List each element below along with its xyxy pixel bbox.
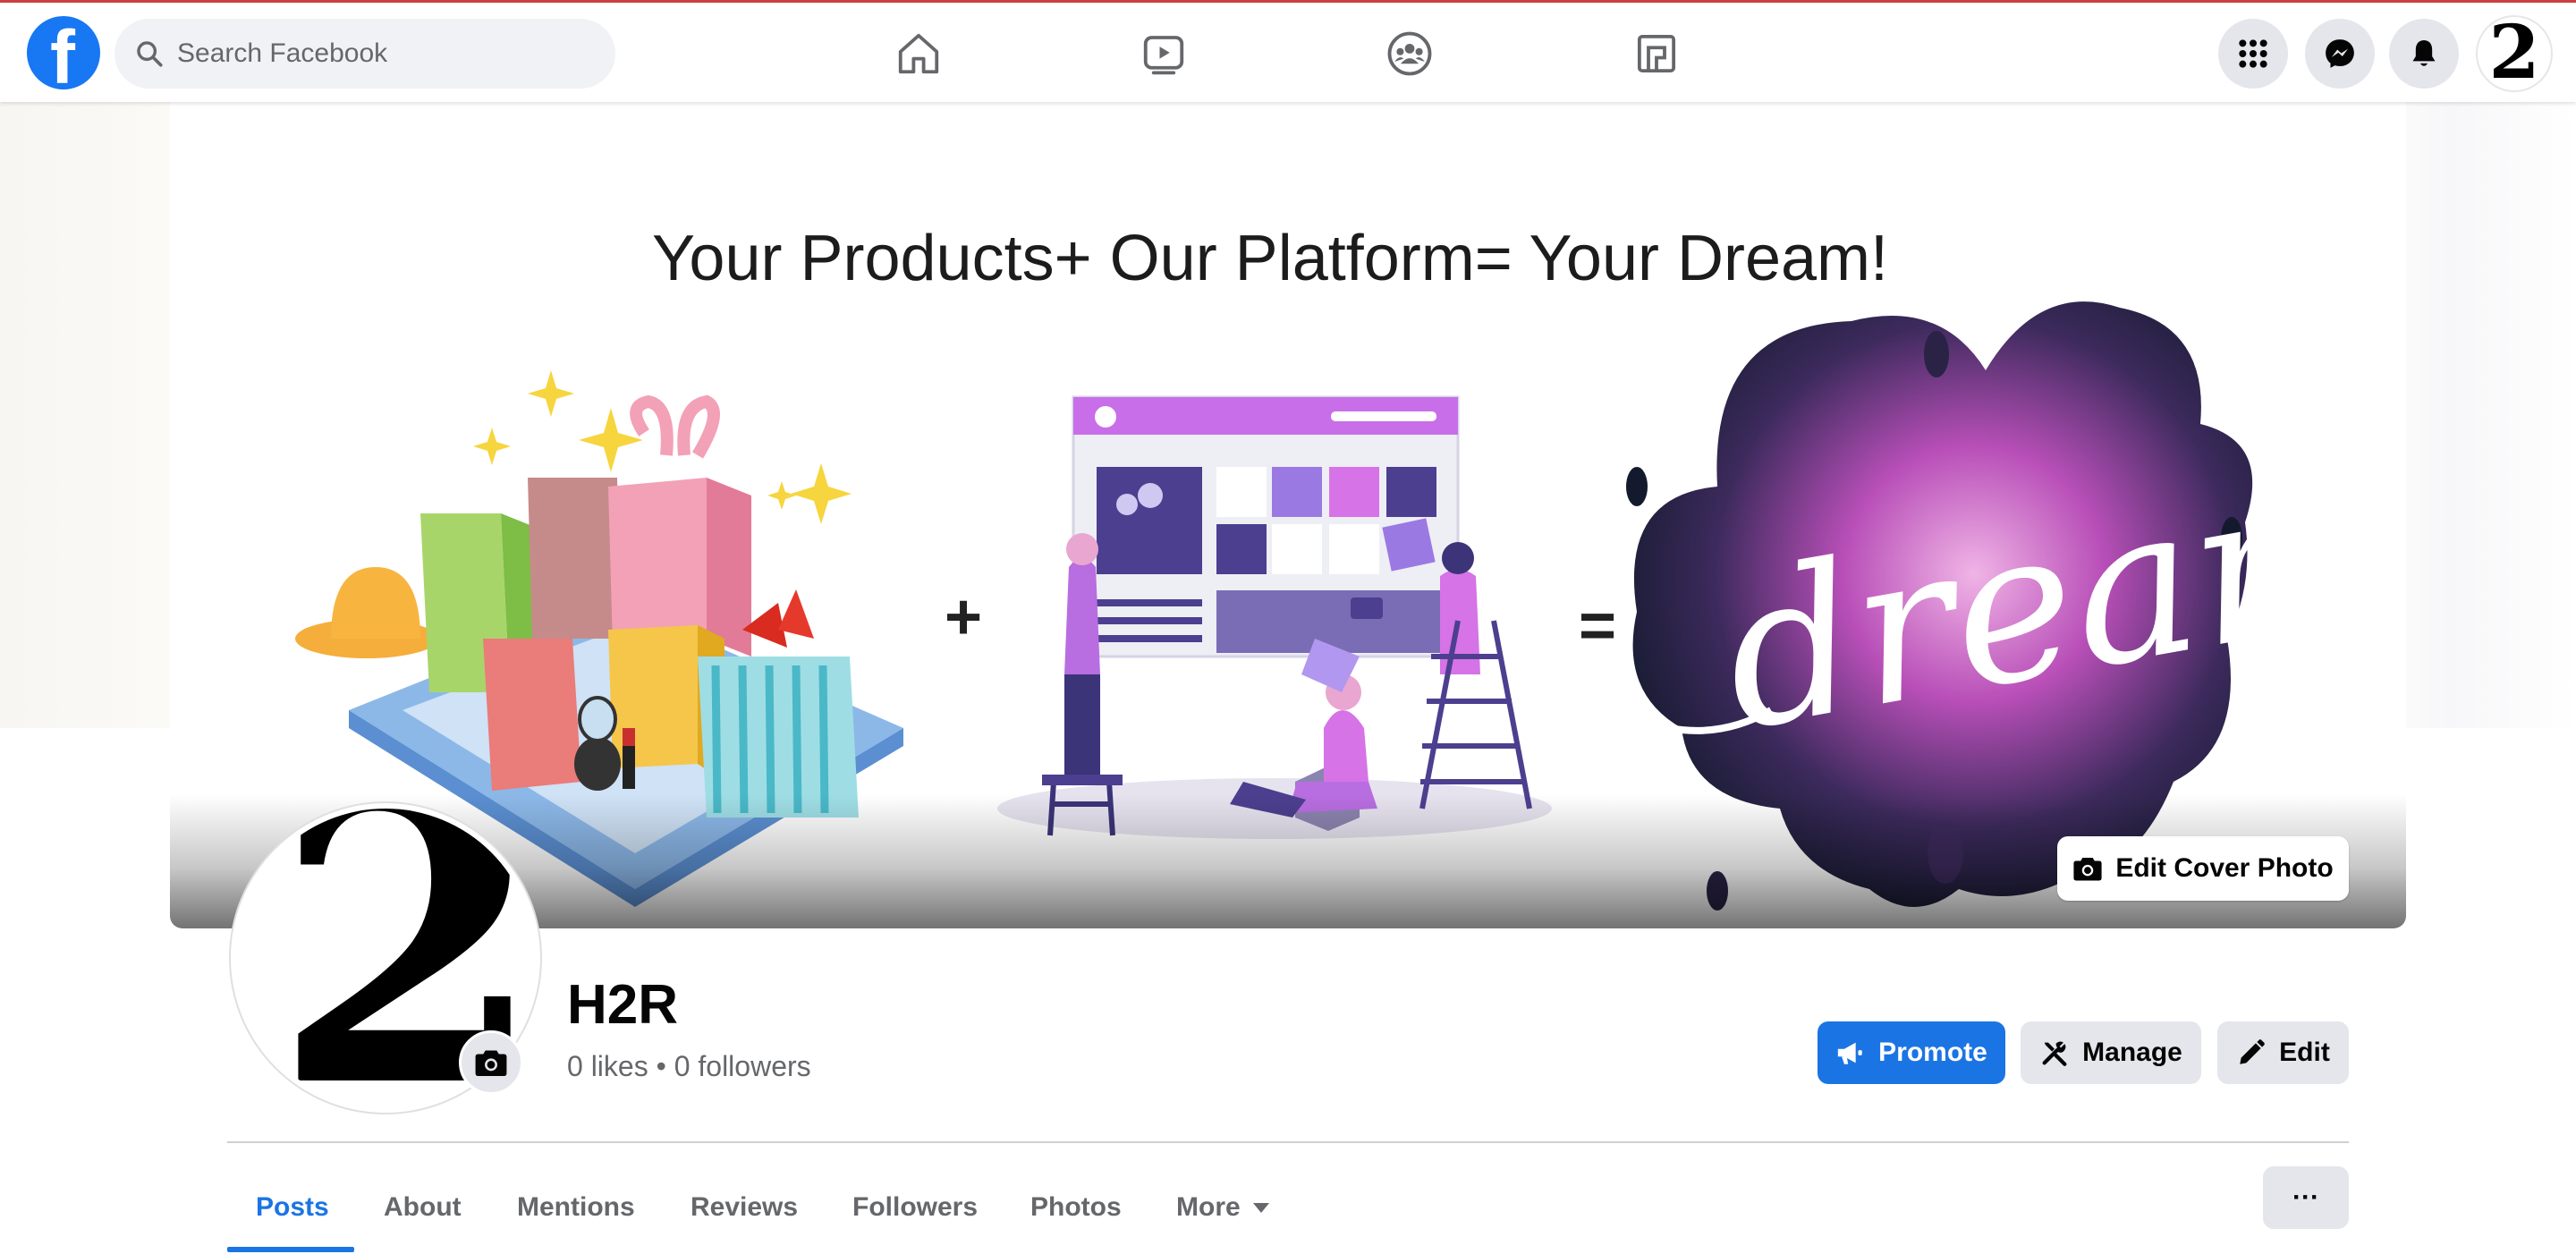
notifications-button[interactable] <box>2389 19 2459 89</box>
edit-button[interactable]: Edit <box>2217 1021 2349 1084</box>
cover-photo[interactable]: Your Products+ Our Platform= Your Dream! <box>170 102 2406 928</box>
more-options-button[interactable]: ··· <box>2263 1166 2349 1229</box>
edit-cover-photo-button[interactable]: Edit Cover Photo <box>2057 836 2349 901</box>
header-divider <box>227 1141 2349 1143</box>
home-tab[interactable] <box>887 22 950 85</box>
notifications-icon <box>2412 40 2436 66</box>
home-icon <box>898 33 939 74</box>
tab-about[interactable]: About <box>384 1161 462 1254</box>
page-stats[interactable]: 0 likes • 0 followers <box>567 1050 811 1083</box>
tab-followers[interactable]: Followers <box>852 1161 978 1254</box>
facebook-logo-letter: f <box>50 15 75 99</box>
promote-button[interactable]: Promote <box>1818 1021 2005 1084</box>
tab-posts[interactable]: Posts <box>256 1161 329 1254</box>
search-box[interactable] <box>114 19 615 89</box>
manage-button[interactable]: Manage <box>2021 1021 2201 1084</box>
manage-label: Manage <box>2082 1038 2182 1067</box>
tools-icon <box>2042 1041 2067 1066</box>
cover-plus-sign: + <box>945 581 982 653</box>
gaming-icon <box>1637 34 1676 73</box>
pencil-icon <box>2240 1039 2266 1064</box>
search-input[interactable] <box>177 33 589 74</box>
tab-mentions[interactable]: Mentions <box>517 1161 635 1254</box>
tab-more-label: More <box>1176 1192 1241 1222</box>
messenger-icon <box>2326 39 2354 68</box>
camera-icon <box>475 1050 507 1077</box>
watch-tab[interactable] <box>1132 22 1195 85</box>
tab-photos[interactable]: Photos <box>1030 1161 1122 1254</box>
gaming-tab[interactable] <box>1625 22 1688 85</box>
active-tab-indicator <box>227 1247 354 1252</box>
messenger-button[interactable] <box>2305 19 2375 89</box>
edit-cover-photo-label: Edit Cover Photo <box>2115 853 2334 883</box>
update-profile-picture-button[interactable] <box>459 1030 523 1095</box>
megaphone-icon <box>1837 1042 1862 1064</box>
menu-button[interactable] <box>2218 19 2288 89</box>
account-avatar[interactable]: 2 <box>2476 15 2553 92</box>
facebook-logo-icon[interactable]: f <box>27 16 100 95</box>
top-navigation-bar: f 2 <box>0 0 2576 102</box>
watch-icon <box>1143 36 1184 75</box>
caret-down-icon <box>1252 1202 1269 1213</box>
platform-illustration <box>997 395 1552 839</box>
cover-equals-sign: = <box>1579 590 1616 662</box>
tab-more[interactable]: More <box>1176 1161 1269 1254</box>
groups-tab[interactable] <box>1378 22 1441 85</box>
groups-icon <box>1387 31 1432 76</box>
page-title: H2R <box>567 974 679 1036</box>
edit-label: Edit <box>2279 1038 2330 1067</box>
search-icon <box>137 41 163 67</box>
promote-label: Promote <box>1878 1038 1987 1067</box>
camera-icon <box>2073 857 2102 881</box>
menu-grid-icon <box>2239 39 2267 68</box>
account-avatar-initial: 2 <box>2488 15 2540 92</box>
tab-reviews[interactable]: Reviews <box>691 1161 798 1254</box>
